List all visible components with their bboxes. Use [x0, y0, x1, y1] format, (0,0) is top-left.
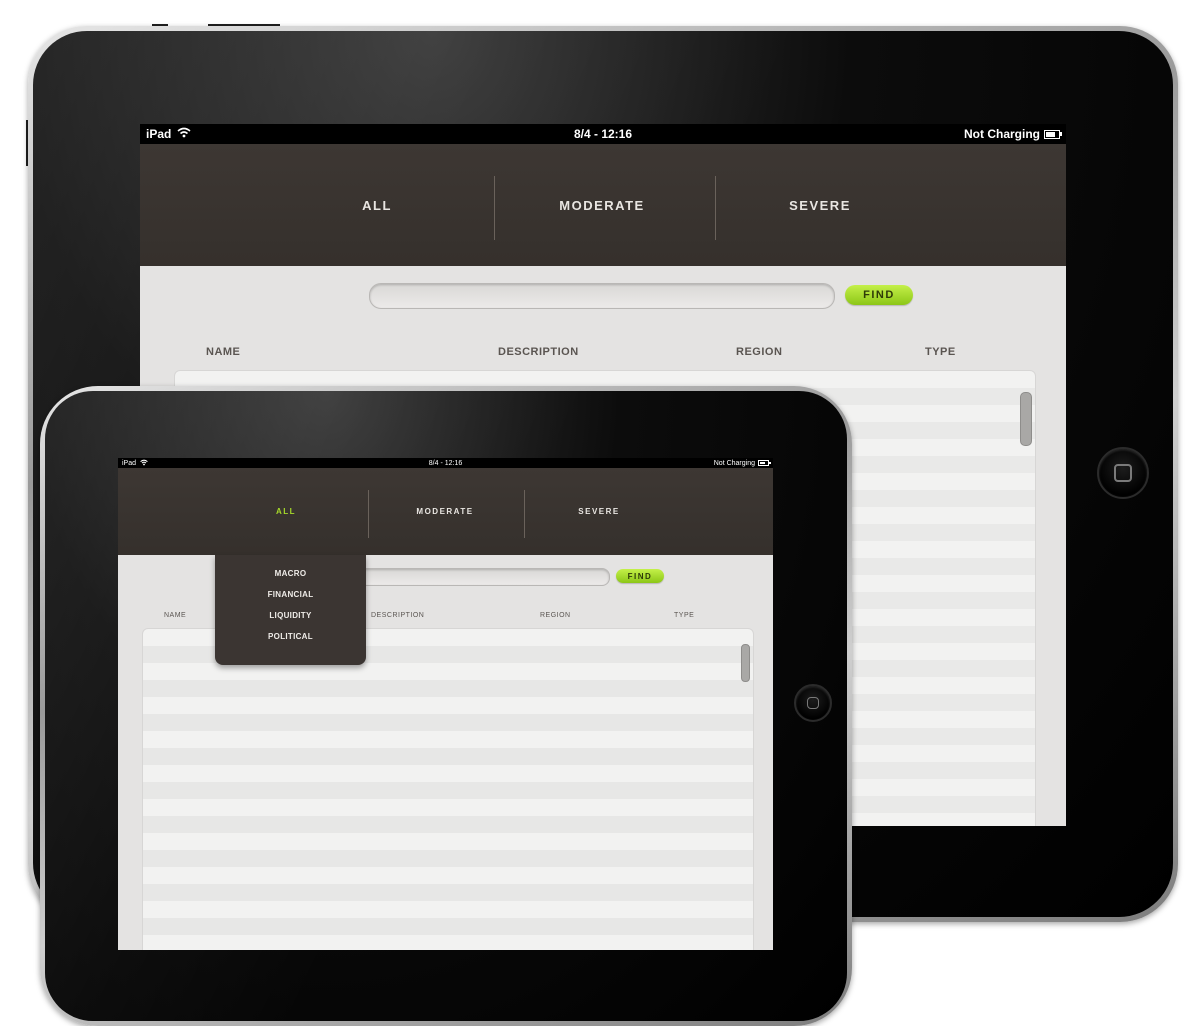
- status-bar: iPad 8/4 - 12:16 Not Charging: [140, 124, 1066, 144]
- column-header-region: REGION: [736, 346, 783, 358]
- tab-all[interactable]: ALL: [214, 468, 358, 555]
- tab-moderate[interactable]: MODERATE: [496, 144, 708, 266]
- status-bar: iPad 8/4 - 12:16 Not Charging: [118, 458, 773, 468]
- dropdown-item-political[interactable]: POLITICAL: [215, 632, 366, 641]
- tab-all[interactable]: ALL: [280, 144, 474, 266]
- power-status: Not Charging: [713, 459, 755, 467]
- home-button-square-icon: [1114, 464, 1132, 482]
- dropdown-item-macro[interactable]: MACRO: [215, 569, 366, 578]
- results-table[interactable]: [142, 628, 754, 950]
- home-button-square-icon: [807, 697, 819, 709]
- nav-divider: [368, 490, 369, 538]
- ipad-small-screen: iPad 8/4 - 12:16 Not Charging ALL MODERA…: [118, 458, 773, 950]
- column-header-description: DESCRIPTION: [498, 346, 579, 358]
- tab-severe[interactable]: SEVERE: [526, 468, 672, 555]
- dropdown-item-financial[interactable]: FINANCIAL: [215, 590, 366, 599]
- column-header-name: NAME: [206, 346, 241, 358]
- nav-divider: [524, 490, 525, 538]
- column-header-description: DESCRIPTION: [371, 612, 425, 619]
- column-header-type: TYPE: [925, 346, 956, 358]
- power-status: Not Charging: [964, 127, 1040, 141]
- column-header-region: REGION: [540, 612, 571, 619]
- search-input[interactable]: [369, 283, 835, 309]
- find-button[interactable]: FIND: [845, 285, 913, 305]
- column-header-type: TYPE: [674, 612, 695, 619]
- battery-icon: [1044, 129, 1062, 139]
- ipad-small-home-button[interactable]: [794, 684, 832, 722]
- status-time: 8/4 - 12:16: [428, 459, 463, 467]
- results-scrollbar[interactable]: [741, 644, 750, 682]
- dropdown-item-liquidity[interactable]: LIQUIDITY: [215, 611, 366, 620]
- status-time: 8/4 - 12:16: [573, 127, 633, 141]
- filter-nav-bar: ALL MODERATE SEVERE: [140, 144, 1066, 266]
- battery-icon: [758, 460, 771, 466]
- filter-nav-bar: ALL MODERATE SEVERE: [118, 468, 773, 555]
- find-button[interactable]: FIND: [616, 569, 664, 583]
- results-scrollbar[interactable]: [1020, 392, 1032, 446]
- column-header-name: NAME: [164, 612, 187, 619]
- nav-divider: [494, 176, 495, 240]
- category-dropdown-menu: MACRO FINANCIAL LIQUIDITY POLITICAL: [215, 555, 366, 665]
- ipad-large-home-button[interactable]: [1097, 447, 1149, 499]
- tab-severe[interactable]: SEVERE: [716, 144, 924, 266]
- tab-moderate[interactable]: MODERATE: [370, 468, 520, 555]
